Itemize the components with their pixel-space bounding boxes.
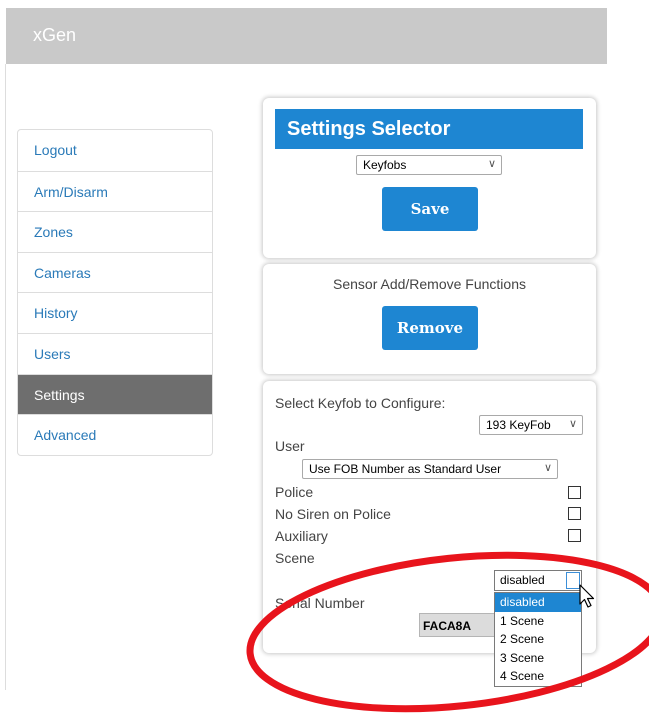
scene-label: Scene — [275, 550, 315, 566]
sidebar-item-logout[interactable]: Logout — [18, 130, 212, 171]
scene-select[interactable]: disabled — [494, 570, 582, 591]
sidebar-item-arm-disarm[interactable]: Arm/Disarm — [18, 170, 212, 212]
serial-number-label: Serial Number — [275, 595, 365, 611]
scene-option-3[interactable]: 3 Scene — [495, 649, 581, 668]
scene-option-disabled[interactable]: disabled — [495, 593, 581, 612]
auxiliary-checkbox[interactable] — [568, 529, 581, 542]
police-checkbox[interactable] — [568, 486, 581, 499]
sidebar-item-zones[interactable]: Zones — [18, 211, 212, 252]
chevron-down-icon: ∨ — [543, 462, 552, 474]
auxiliary-label: Auxiliary — [275, 528, 328, 544]
settings-selector-title: Settings Selector — [275, 109, 583, 149]
chevron-down-icon: ∨ — [487, 158, 496, 170]
scene-option-2[interactable]: 2 Scene — [495, 630, 581, 649]
settings-category-value: Keyfobs — [363, 158, 407, 172]
user-label: User — [275, 438, 305, 454]
sensor-functions-title: Sensor Add/Remove Functions — [333, 276, 526, 292]
sidebar-item-users[interactable]: Users — [18, 332, 212, 374]
keyfob-select-value: 193 KeyFob — [486, 418, 551, 432]
police-label: Police — [275, 484, 314, 500]
user-select[interactable]: Use FOB Number as Standard User ∨ — [302, 459, 558, 479]
scene-select-value: disabled — [500, 573, 545, 587]
page-left-border — [5, 64, 6, 690]
sidebar-item-advanced[interactable]: Advanced — [18, 414, 212, 455]
keyfob-select[interactable]: 193 KeyFob ∨ — [479, 415, 583, 435]
sidebar-nav: Logout Arm/Disarm Zones Cameras History … — [17, 129, 213, 456]
scene-options-list: disabled 1 Scene 2 Scene 3 Scene 4 Scene — [494, 592, 582, 687]
top-navbar: xGen — [6, 8, 607, 64]
settings-selector-panel: Settings Selector Keyfobs ∨ Save — [263, 98, 596, 258]
scene-option-4[interactable]: 4 Scene — [495, 667, 581, 686]
save-button[interactable]: Save — [382, 187, 478, 231]
sidebar-item-settings[interactable]: Settings — [18, 373, 212, 415]
settings-category-select[interactable]: Keyfobs ∨ — [356, 155, 502, 175]
chevron-down-icon: ∨ — [568, 418, 577, 430]
select-keyfob-label: Select Keyfob to Configure: — [275, 395, 446, 411]
brand-title[interactable]: xGen — [33, 25, 76, 46]
remove-button[interactable]: Remove — [382, 306, 478, 350]
sidebar-item-history[interactable]: History — [18, 292, 212, 333]
sensor-functions-panel: Sensor Add/Remove Functions Remove — [263, 264, 596, 374]
serial-number-field: FACA8A — [419, 613, 499, 637]
no-siren-checkbox[interactable] — [568, 507, 581, 520]
sidebar-item-cameras[interactable]: Cameras — [18, 251, 212, 293]
mouse-pointer-icon — [579, 584, 595, 608]
scene-option-1[interactable]: 1 Scene — [495, 612, 581, 631]
user-select-value: Use FOB Number as Standard User — [309, 462, 502, 476]
no-siren-label: No Siren on Police — [275, 506, 391, 522]
